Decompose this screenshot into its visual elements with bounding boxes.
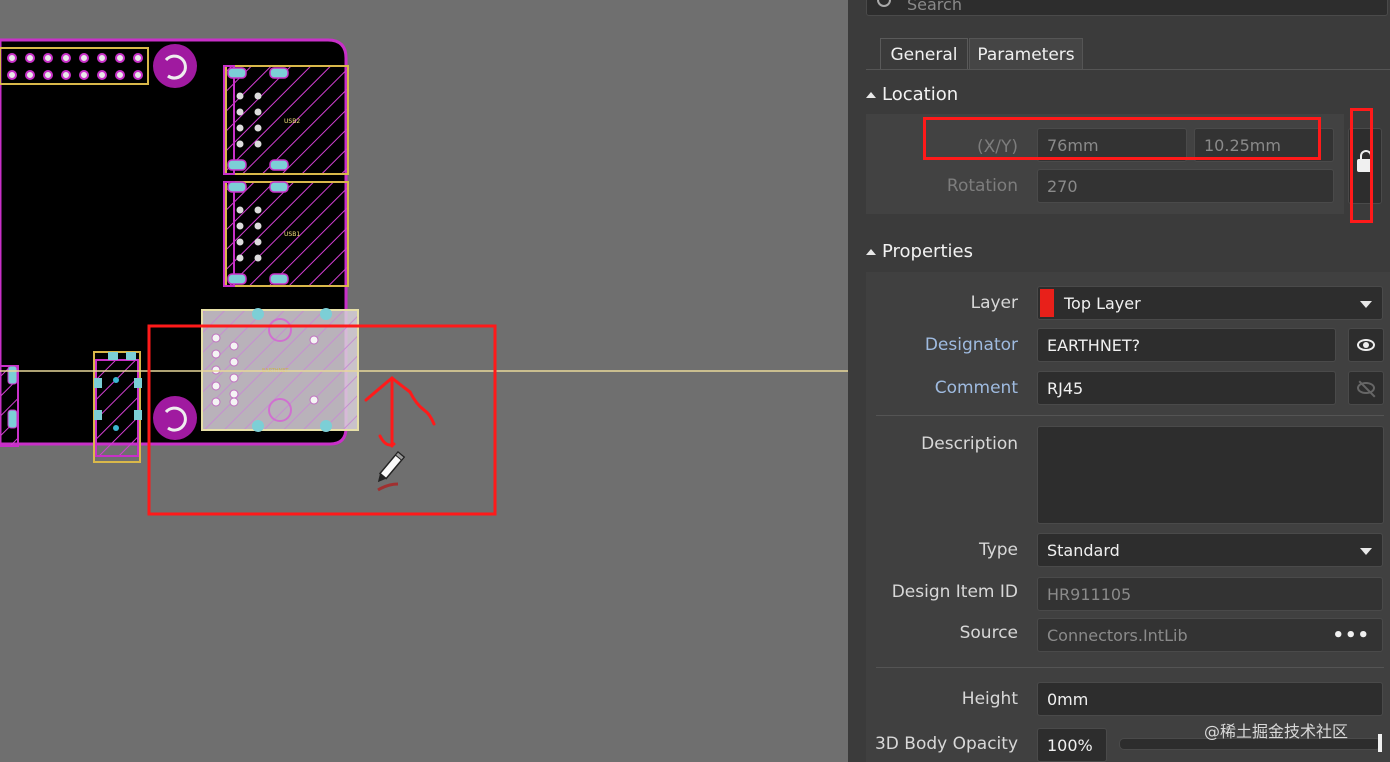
location-section-header[interactable]: Location bbox=[866, 84, 958, 105]
layer-label: Layer bbox=[970, 293, 1018, 313]
design-item-id-field[interactable]: HR911105 bbox=[1037, 577, 1383, 611]
comment-field[interactable]: RJ45 bbox=[1037, 371, 1336, 405]
more-options-icon[interactable]: ••• bbox=[1332, 619, 1370, 653]
search-icon bbox=[877, 0, 891, 7]
tab-general[interactable]: General bbox=[880, 38, 968, 70]
height-field[interactable]: 0mm bbox=[1037, 682, 1383, 716]
small-component bbox=[93, 351, 142, 463]
description-label: Description bbox=[921, 434, 1018, 454]
chevron-down-icon bbox=[1360, 548, 1372, 555]
type-label: Type bbox=[978, 540, 1018, 560]
mounting-hole-top bbox=[153, 44, 197, 88]
usb1-footprint: USB1 bbox=[223, 181, 349, 287]
opacity-slider-handle[interactable] bbox=[1378, 734, 1382, 752]
separator bbox=[876, 415, 1384, 416]
pencil-cursor-icon bbox=[377, 450, 406, 483]
rotation-field[interactable]: 270 bbox=[1037, 169, 1334, 203]
usb2-footprint: USB2 bbox=[223, 65, 349, 175]
highlight-box-lock bbox=[1350, 108, 1373, 223]
search-placeholder: Search bbox=[907, 0, 962, 14]
layer-select[interactable]: Top Layer bbox=[1037, 286, 1383, 320]
comment-label: Comment bbox=[934, 378, 1018, 398]
properties-panel: Search General Parameters Location (X/Y)… bbox=[848, 0, 1390, 762]
collapse-triangle-icon bbox=[866, 249, 876, 255]
usb2-silk-label: USB2 bbox=[284, 118, 300, 125]
height-label: Height bbox=[961, 689, 1018, 709]
tab-divider bbox=[866, 69, 1390, 70]
pcb-canvas[interactable]: USB2 USB1 bbox=[0, 0, 848, 762]
mounting-hole-bottom bbox=[153, 396, 197, 440]
layer-color-swatch bbox=[1040, 289, 1054, 317]
usb1-silk-label: USB1 bbox=[284, 231, 300, 238]
rotation-label: Rotation bbox=[946, 176, 1018, 196]
pcb-board-view[interactable]: USB2 USB1 bbox=[0, 0, 848, 762]
type-select[interactable]: Standard bbox=[1037, 533, 1383, 567]
design-item-id-label: Design Item ID bbox=[891, 582, 1018, 602]
designator-label: Designator bbox=[924, 335, 1018, 355]
chevron-down-icon bbox=[1360, 301, 1372, 308]
separator bbox=[876, 667, 1384, 668]
left-edge-connector bbox=[0, 365, 19, 447]
highlight-box-xy bbox=[923, 117, 1321, 160]
description-textarea[interactable] bbox=[1037, 426, 1384, 524]
designator-visibility-button[interactable] bbox=[1348, 328, 1384, 362]
annotation-arrow bbox=[364, 376, 436, 448]
comment-visibility-button[interactable] bbox=[1348, 371, 1384, 405]
source-field[interactable]: Connectors.IntLib ••• bbox=[1037, 618, 1383, 652]
opacity-field[interactable]: 100% bbox=[1037, 728, 1107, 762]
tab-parameters[interactable]: Parameters bbox=[969, 38, 1083, 70]
source-label: Source bbox=[959, 623, 1018, 643]
pen-stroke-mark bbox=[377, 482, 399, 492]
designator-field[interactable]: EARTHNET? bbox=[1037, 328, 1336, 362]
eye-icon bbox=[1357, 339, 1375, 351]
watermark: @稀土掘金技术社区 bbox=[1204, 722, 1349, 741]
search-box[interactable]: Search bbox=[866, 0, 1388, 16]
opacity-label: 3D Body Opacity bbox=[874, 734, 1018, 754]
properties-section-header[interactable]: Properties bbox=[866, 241, 973, 262]
collapse-triangle-icon bbox=[866, 92, 876, 98]
